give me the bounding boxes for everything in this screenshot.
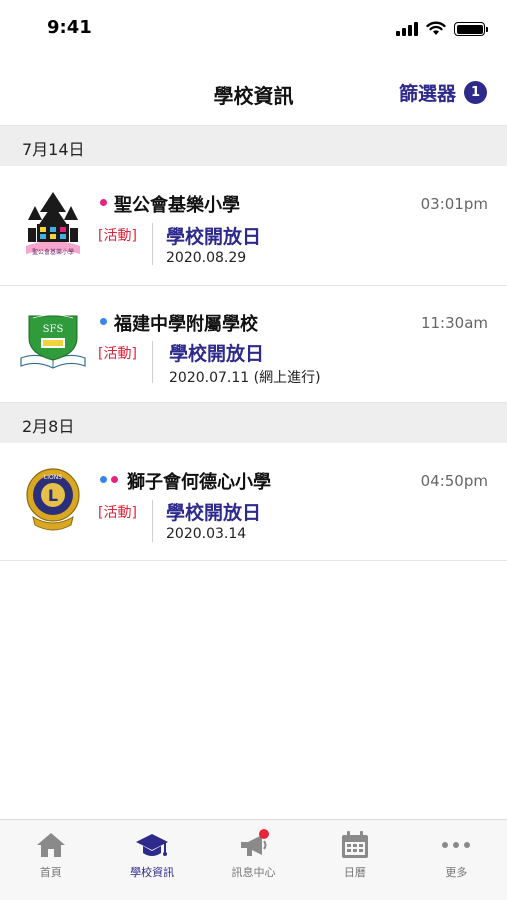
event-date: 2020.03.14 <box>166 526 247 542</box>
filter-count-badge: 1 <box>464 81 487 104</box>
school-name: 獅子會何德心小學 <box>127 472 271 493</box>
status-dot <box>111 476 118 483</box>
tab-label: 更多 <box>445 866 468 879</box>
post-time: 04:50pm <box>420 472 488 490</box>
status-dots <box>100 476 118 483</box>
logo-text: SFS <box>43 324 64 335</box>
status-time: 9:41 <box>47 17 92 38</box>
list-item[interactable]: L LIONS 獅子會何德心小學 04:50pm [活動] 學校開放日 2020… <box>0 443 507 561</box>
list-item[interactable]: SFS 福建中學附屬學校 11:30am [活動] 學校開放日 2020.07.… <box>0 286 507 403</box>
logo-text: LIONS <box>44 474 62 481</box>
tab-school-info[interactable]: 學校資訊 <box>101 820 202 900</box>
tab-label: 日曆 <box>343 866 366 879</box>
date-section-header: 2月8日 <box>0 403 507 443</box>
item-divider <box>152 500 153 542</box>
wifi-icon <box>426 21 446 35</box>
battery-icon <box>454 22 488 36</box>
post-time: 03:01pm <box>420 195 488 213</box>
tab-home[interactable]: 首頁 <box>0 820 101 900</box>
tab-calendar[interactable]: 日曆 <box>304 820 405 900</box>
school-name: 聖公會基樂小學 <box>114 195 240 216</box>
section-date: 7月14日 <box>22 140 85 159</box>
calendar-icon <box>338 830 372 860</box>
tab-label: 學校資訊 <box>130 866 175 879</box>
tab-more[interactable]: 更多 <box>406 820 507 900</box>
notification-dot <box>258 829 269 839</box>
filter-button[interactable]: 篩選器 1 <box>399 79 487 106</box>
status-icons <box>396 21 488 36</box>
lions-emblem-logo: L LIONS <box>26 468 80 531</box>
event-date: 2020.07.11 (網上進行) <box>169 370 321 386</box>
status-dots <box>100 199 107 206</box>
event-date: 2020.08.29 <box>166 250 247 266</box>
item-divider <box>152 341 153 383</box>
event-title: 學校開放日 <box>166 502 262 524</box>
item-divider <box>152 223 153 265</box>
megaphone-icon <box>237 829 271 860</box>
post-time: 11:30am <box>420 314 488 332</box>
event-tag: [活動] <box>98 228 137 244</box>
tab-message-center[interactable]: 訊息中心 <box>203 820 304 900</box>
graduation-cap-icon <box>135 830 169 860</box>
nav-header: 學校資訊 篩選器 1 <box>0 58 507 126</box>
school-name: 福建中學附屬學校 <box>114 314 258 335</box>
cellular-signal-icon <box>396 22 418 36</box>
date-section-header: 7月14日 <box>0 126 507 166</box>
tab-bar: 首頁 學校資訊 訊息中心 日曆 更多 <box>0 819 507 900</box>
status-dot <box>100 199 107 206</box>
event-tag: [活動] <box>98 346 137 362</box>
section-date: 2月8日 <box>22 417 75 436</box>
status-dots <box>100 318 107 325</box>
status-dot <box>100 318 107 325</box>
tab-label: 首頁 <box>39 866 62 879</box>
event-title: 學校開放日 <box>169 343 265 365</box>
tab-label: 訊息中心 <box>231 866 276 879</box>
logo-letter: L <box>48 486 58 505</box>
filter-label: 篩選器 <box>398 83 456 105</box>
event-title: 學校開放日 <box>166 226 262 248</box>
home-icon <box>34 830 68 860</box>
church-tower-logo: 聖公會基樂小學 <box>26 192 80 256</box>
status-bar: 9:41 <box>0 0 507 58</box>
shield-book-logo: SFS <box>20 314 86 369</box>
more-dots-icon <box>439 830 473 860</box>
status-dot <box>100 476 107 483</box>
logo-caption: 聖公會基樂小學 <box>32 248 74 256</box>
event-tag: [活動] <box>98 505 137 521</box>
list-item[interactable]: 聖公會基樂小學 聖公會基樂小學 03:01pm [活動] 學校開放日 2020.… <box>0 166 507 286</box>
